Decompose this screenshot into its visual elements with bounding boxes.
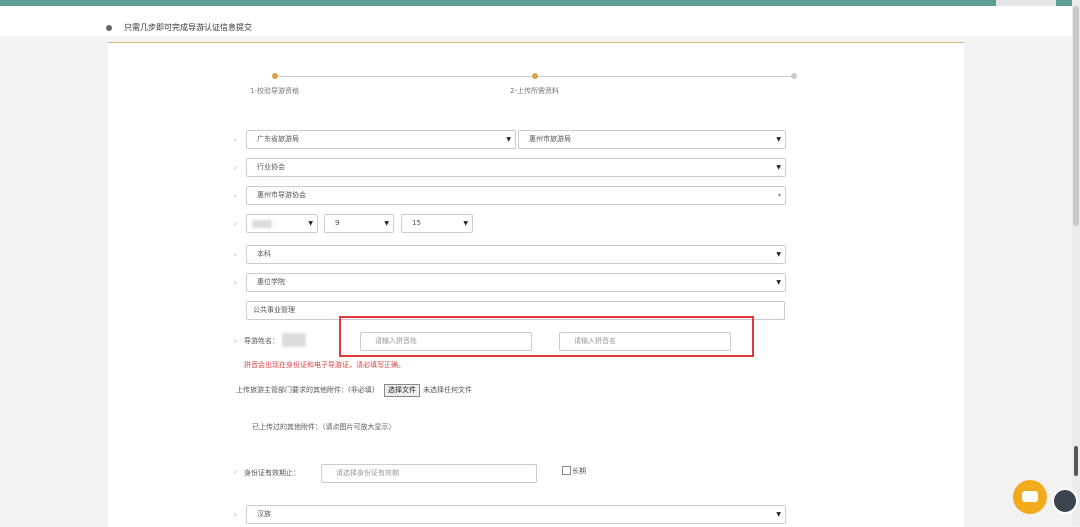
- row-bullet: ›: [234, 220, 237, 228]
- row-bullet: ›: [234, 164, 237, 172]
- date-month-value: 9: [335, 219, 340, 227]
- blurred-name: [282, 333, 306, 347]
- school-value: 惠位学院: [257, 278, 285, 286]
- step-2-dot: [532, 73, 538, 79]
- city-bureau-value: 惠州市旅游局: [529, 135, 571, 143]
- row-bullet: ›: [234, 511, 237, 519]
- file-status: 未选择任何文件: [423, 386, 472, 394]
- affiliation-value: 行业协会: [257, 163, 285, 171]
- long-term-label: 长期: [572, 467, 586, 475]
- city-bureau-select[interactable]: 惠州市旅游局 ▼: [518, 130, 786, 149]
- education-value: 本科: [257, 250, 271, 258]
- dropdown-arrow-icon: ▼: [384, 220, 389, 227]
- blurred-year: [252, 220, 272, 228]
- school-select[interactable]: 惠位学院 ▼: [246, 273, 786, 292]
- chat-bubble-icon: [1022, 491, 1038, 502]
- row-bullet: ›: [234, 337, 237, 345]
- dropdown-arrow-icon: ▼: [776, 251, 781, 258]
- dropdown-arrow-icon: ▾: [777, 192, 781, 199]
- long-term-checkbox[interactable]: [562, 466, 571, 475]
- dropdown-arrow-icon: ▼: [776, 164, 781, 171]
- page-title: 只需几步即可完成导游认证信息提交: [124, 23, 252, 32]
- step-3-dot: [791, 73, 797, 79]
- date-month-select[interactable]: 9 ▼: [324, 214, 394, 233]
- ethnicity-select[interactable]: 汉族 ▼: [246, 505, 786, 524]
- education-select[interactable]: 本科 ▼: [246, 245, 786, 264]
- association-value: 惠州市导游协会: [257, 191, 306, 199]
- step-1-label: 1-校验导游资格: [250, 87, 299, 95]
- dropdown-arrow-icon: ▼: [506, 136, 511, 143]
- dropdown-arrow-icon: ▼: [463, 220, 468, 227]
- scrollbar-thumb[interactable]: [1073, 6, 1079, 226]
- province-bureau-select[interactable]: 广东省旅游局 ▼: [246, 130, 516, 149]
- scrollbar-marker: [1074, 446, 1078, 476]
- upload-label: 上传旅游主管部门要求的其他附件：(非必填): [236, 386, 375, 394]
- name-label: 导游姓名：: [244, 337, 279, 345]
- name-warning: 拼音会出现在身份证和电子导游证，请必填写正确。: [244, 361, 405, 369]
- highlight-box: [339, 316, 754, 357]
- chat-button[interactable]: [1013, 480, 1047, 514]
- id-expiry-label: 身份证有效期止：: [244, 469, 300, 477]
- dropdown-arrow-icon: ▼: [776, 511, 781, 518]
- ethnicity-value: 汉族: [257, 510, 271, 518]
- dropdown-arrow-icon: ▼: [308, 220, 313, 227]
- affiliation-select[interactable]: 行业协会 ▼: [246, 158, 786, 177]
- row-bullet: ›: [234, 192, 237, 200]
- province-bureau-value: 广东省旅游局: [257, 135, 299, 143]
- uploaded-label: 已上传过的其他附件：（请点图片可放大显示）: [252, 423, 396, 431]
- association-select[interactable]: 惠州市导游协会 ▾: [246, 186, 786, 205]
- choose-file-button[interactable]: 选择文件: [384, 384, 420, 397]
- step-1-dot: [272, 73, 278, 79]
- row-bullet: ›: [234, 279, 237, 287]
- dropdown-arrow-icon: ▼: [776, 279, 781, 286]
- step-2-label: 2-上传所需资料: [510, 87, 559, 95]
- avatar[interactable]: [1052, 488, 1078, 514]
- scrollbar[interactable]: [1072, 0, 1080, 526]
- dropdown-arrow-icon: ▼: [776, 136, 781, 143]
- bullet-icon: [106, 25, 112, 31]
- page-header: 只需几步即可完成导游认证信息提交: [0, 6, 1072, 36]
- row-bullet: ›: [234, 136, 237, 144]
- row-bullet: ›: [234, 251, 237, 259]
- row-bullet: ›: [234, 468, 237, 476]
- id-expiry-input[interactable]: 请选择身份证有效期: [321, 464, 537, 483]
- date-year-select[interactable]: ▼: [246, 214, 318, 233]
- date-day-value: 15: [412, 219, 421, 227]
- date-day-select[interactable]: 15 ▼: [401, 214, 473, 233]
